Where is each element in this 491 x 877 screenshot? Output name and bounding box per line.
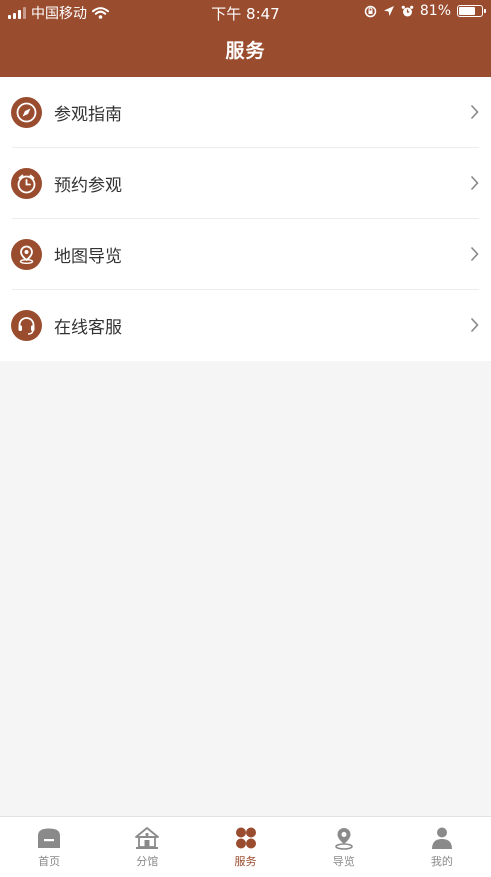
menu-item-label: 参观指南 <box>54 105 122 125</box>
chevron-right-icon <box>470 104 479 120</box>
tab-label: 导览 <box>332 855 355 868</box>
battery-fill <box>459 7 476 15</box>
tab-guide[interactable]: 导览 <box>295 817 393 877</box>
clover-icon <box>235 827 256 849</box>
building-icon <box>135 827 160 849</box>
menu-item-label: 在线客服 <box>54 318 122 338</box>
menu-item-visit-guide[interactable]: 参观指南 <box>0 77 491 148</box>
menu-item-reserve-visit[interactable]: 预约参观 <box>0 148 491 219</box>
map-pin-icon <box>11 239 42 270</box>
location-icon <box>383 6 394 16</box>
orientation-lock-icon <box>364 5 377 17</box>
headset-icon <box>11 310 42 341</box>
alarm-clock-icon <box>11 168 42 199</box>
map-pin-icon <box>334 828 353 850</box>
user-icon <box>431 827 452 849</box>
status-bar: 中国移动 下午 8:47 81% <box>0 0 491 24</box>
menu-item-online-service[interactable]: 在线客服 <box>0 290 491 361</box>
alarm-icon <box>401 5 414 16</box>
tab-label: 我的 <box>430 855 453 868</box>
tab-label: 首页 <box>38 855 61 868</box>
battery-percent: 81% <box>419 3 451 19</box>
tab-label: 服务 <box>234 855 257 868</box>
menu-item-label: 地图导览 <box>54 247 122 267</box>
page-title: 服务 <box>225 40 266 62</box>
menu-item-label: 预约参观 <box>54 176 122 196</box>
tab-home[interactable]: 首页 <box>0 817 98 877</box>
battery-icon <box>457 5 486 17</box>
chevron-right-icon <box>470 246 479 262</box>
service-menu: 参观指南 预约参观 地图导览 在线客服 <box>0 77 491 361</box>
chevron-right-icon <box>470 317 479 333</box>
header-bar: 中国移动 下午 8:47 81% 服务 <box>0 0 491 77</box>
chevron-right-icon <box>470 175 479 191</box>
compass-icon <box>11 97 42 128</box>
tab-services[interactable]: 服务 <box>196 817 294 877</box>
tab-profile[interactable]: 我的 <box>393 817 491 877</box>
tab-branches[interactable]: 分馆 <box>98 817 196 877</box>
tab-label: 分馆 <box>136 855 159 868</box>
home-icon <box>38 828 61 848</box>
tab-bar: 首页 分馆 服务 导览 我的 <box>0 816 491 877</box>
menu-item-map-guide[interactable]: 地图导览 <box>0 219 491 290</box>
